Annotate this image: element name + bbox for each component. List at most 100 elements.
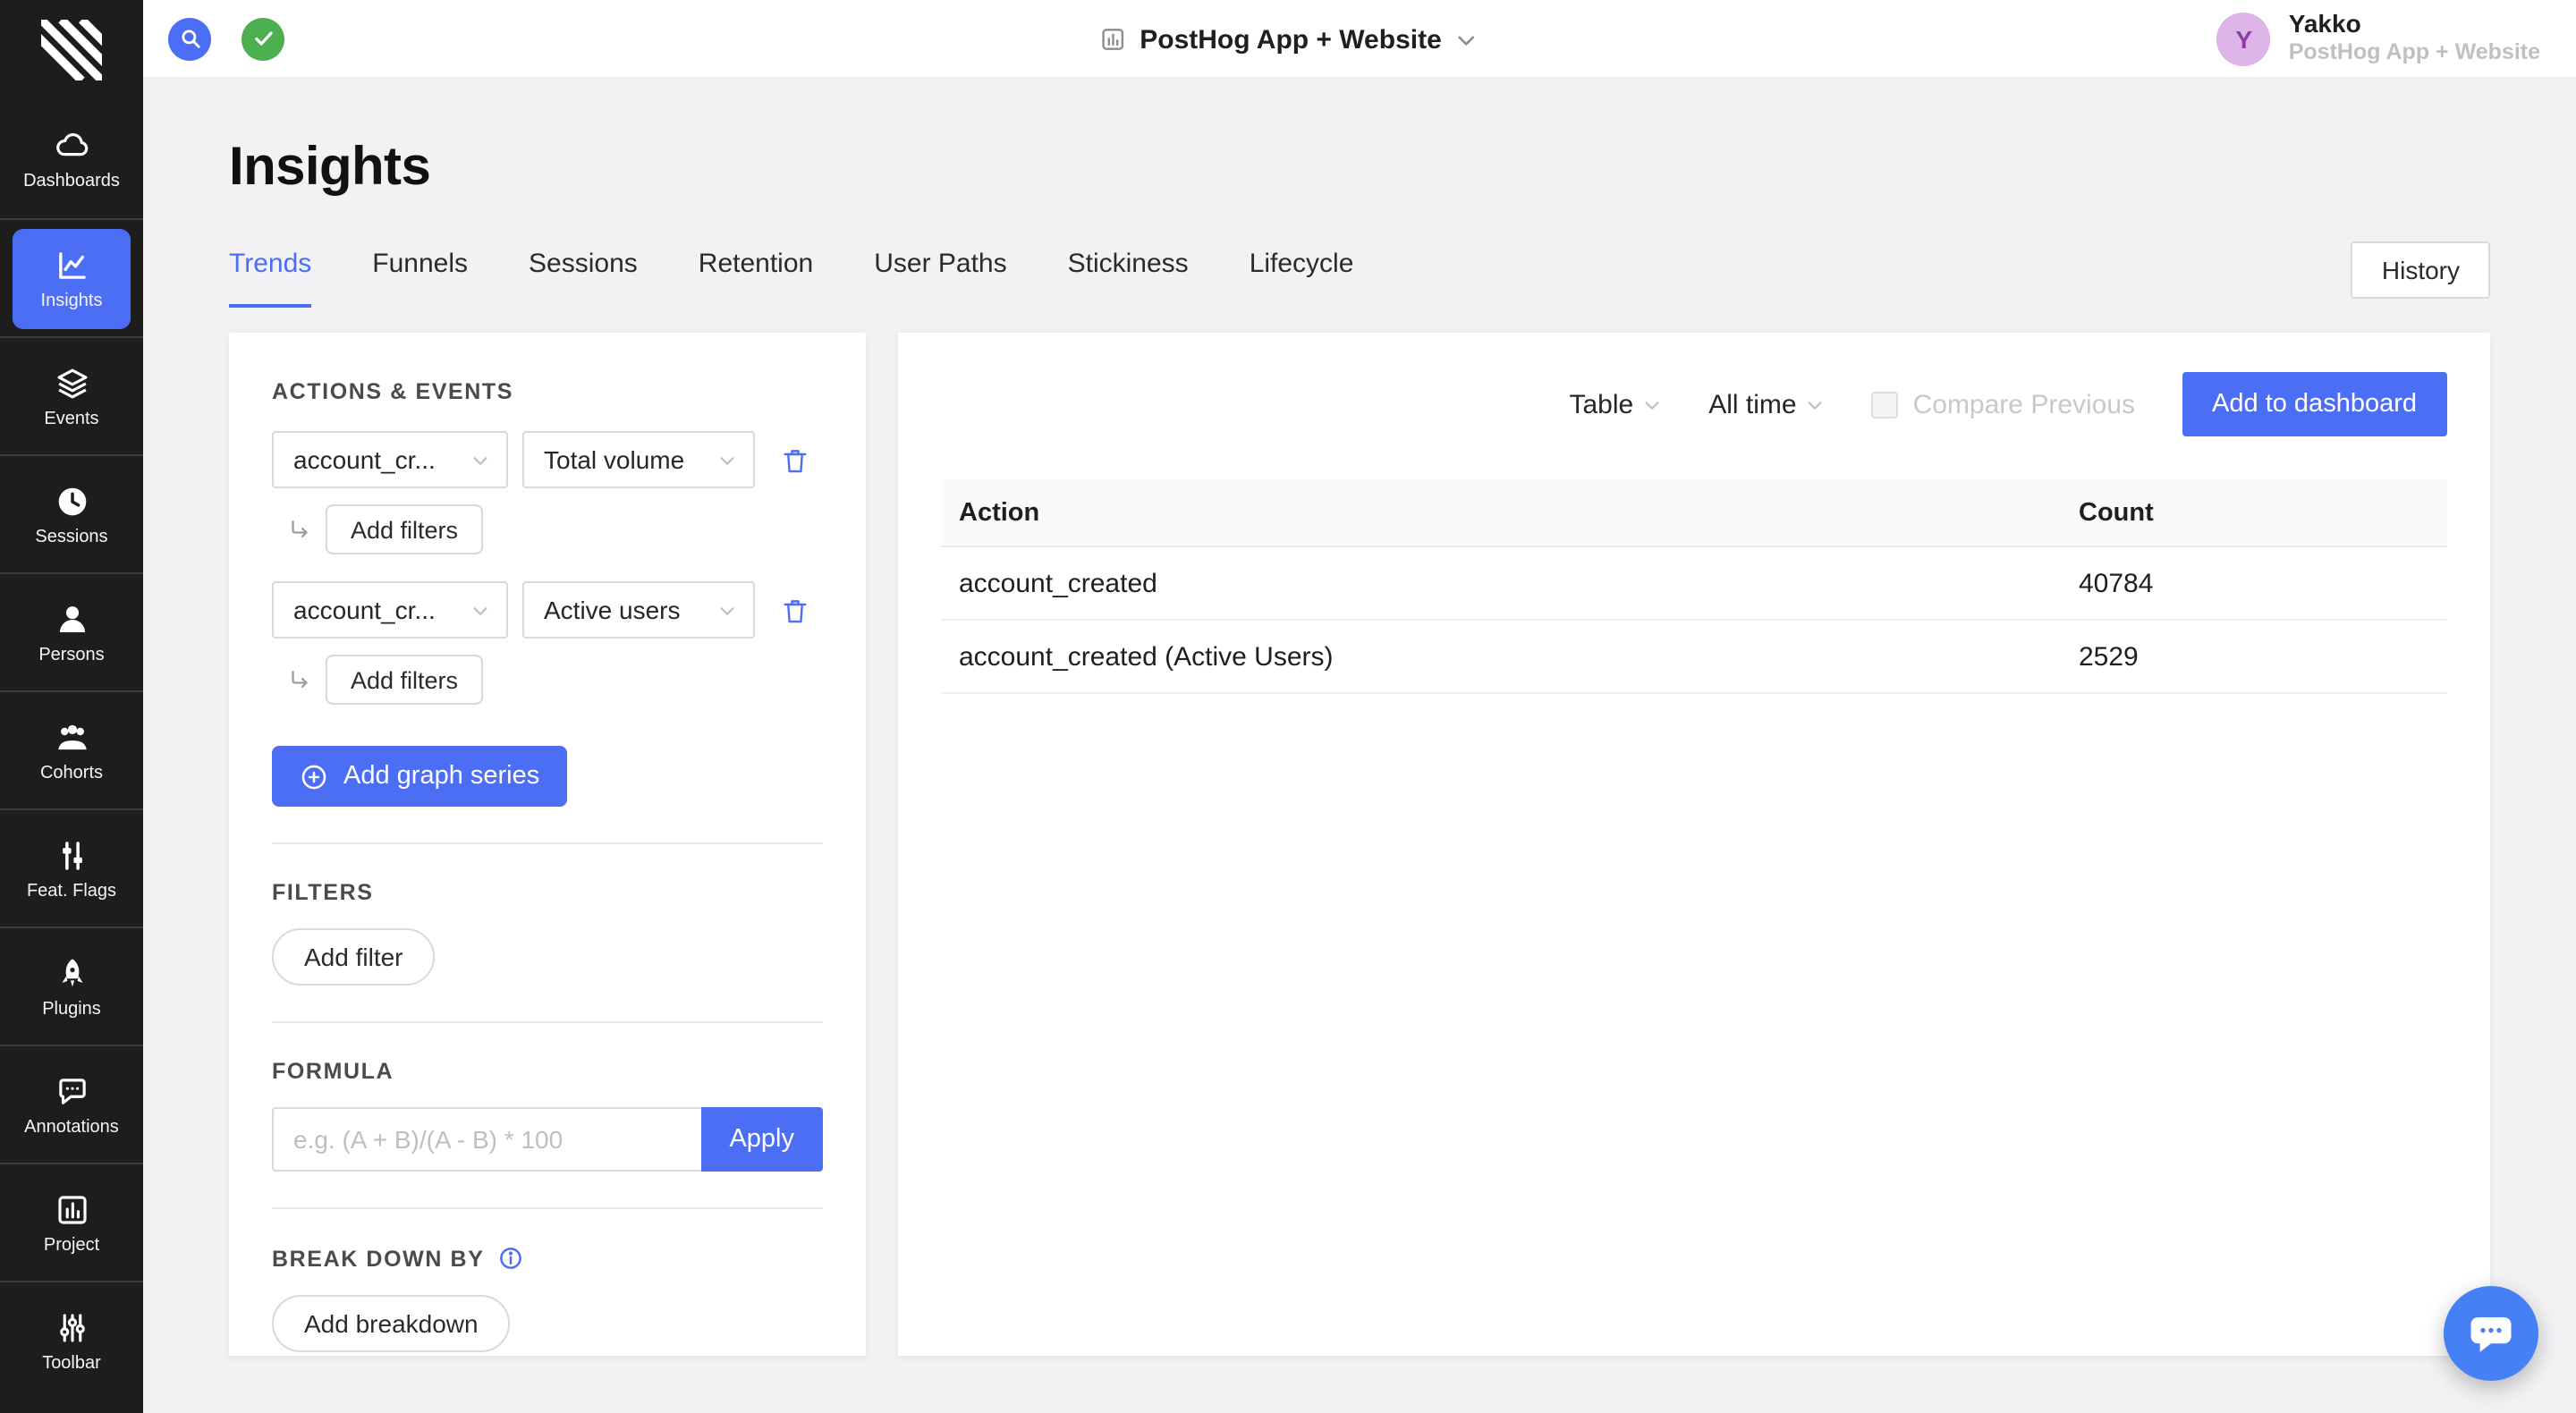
tab-funnels[interactable]: Funnels bbox=[372, 231, 468, 308]
date-range-select[interactable]: All time bbox=[1708, 389, 1825, 419]
trash-icon bbox=[780, 595, 810, 625]
chat-bubble-icon bbox=[2467, 1309, 2515, 1358]
column-header-count: Count bbox=[2061, 498, 2447, 527]
avatar: Y bbox=[2217, 12, 2271, 65]
dashboards-icon bbox=[53, 127, 90, 165]
table-row: account_created (Active Users) 2529 bbox=[941, 621, 2447, 694]
plus-circle-icon bbox=[299, 761, 329, 791]
person-icon bbox=[53, 600, 90, 638]
tab-stickiness[interactable]: Stickiness bbox=[1068, 231, 1189, 308]
chart-type-select[interactable]: Table bbox=[1570, 389, 1663, 419]
sidebar-item-cohorts[interactable]: Cohorts bbox=[0, 690, 143, 808]
add-filters-button-1[interactable]: Add filters bbox=[326, 504, 483, 554]
actions-events-heading: ACTIONS & EVENTS bbox=[272, 379, 823, 404]
checkbox-icon bbox=[1872, 391, 1899, 418]
apply-formula-button[interactable]: Apply bbox=[700, 1107, 823, 1172]
sidebar-item-plugins[interactable]: Plugins bbox=[0, 926, 143, 1045]
main-content: Insights Trends Funnels Sessions Retenti… bbox=[143, 79, 2576, 1413]
sidebar-item-dashboards[interactable]: Dashboards bbox=[0, 100, 143, 218]
delete-series-1-button[interactable] bbox=[780, 444, 810, 475]
search-button[interactable] bbox=[168, 17, 211, 60]
chevron-down-icon bbox=[1454, 28, 1478, 51]
results-controls: Table All time Compare Previous Add to d… bbox=[941, 372, 2447, 436]
sidebar-item-feature-flags[interactable]: Feat. Flags bbox=[0, 808, 143, 926]
history-button[interactable]: History bbox=[2351, 241, 2490, 298]
sidebar-item-persons[interactable]: Persons bbox=[0, 572, 143, 690]
add-filters-button-2[interactable]: Add filters bbox=[326, 655, 483, 705]
content-area: ACTIONS & EVENTS account_cr... Total vol… bbox=[229, 333, 2490, 1356]
chat-launcher-button[interactable] bbox=[2444, 1286, 2538, 1381]
add-to-dashboard-button[interactable]: Add to dashboard bbox=[2182, 372, 2447, 436]
delete-series-2-button[interactable] bbox=[780, 595, 810, 625]
math-select-2[interactable]: Active users bbox=[522, 581, 755, 639]
sidebar-item-project[interactable]: Project bbox=[0, 1163, 143, 1281]
formula-input[interactable] bbox=[272, 1107, 700, 1172]
chevron-down-icon bbox=[1642, 394, 1662, 414]
annotations-bubble-icon bbox=[53, 1072, 90, 1110]
math-select-1[interactable]: Total volume bbox=[522, 431, 755, 488]
topbar-left bbox=[168, 17, 284, 60]
user-org: PostHog App + Website bbox=[2289, 40, 2540, 68]
cell-action: account_created bbox=[941, 568, 2061, 598]
results-panel: Table All time Compare Previous Add to d… bbox=[898, 333, 2490, 1356]
project-window-icon bbox=[1098, 25, 1127, 54]
project-switcher[interactable]: PostHog App + Website bbox=[1098, 0, 1478, 79]
trash-icon bbox=[780, 444, 810, 475]
sidebar-item-events[interactable]: Events bbox=[0, 336, 143, 454]
event-select-2[interactable]: account_cr... bbox=[272, 581, 508, 639]
tab-trends[interactable]: Trends bbox=[229, 231, 311, 308]
toolbar-sliders-icon bbox=[53, 1308, 90, 1346]
user-name: Yakko bbox=[2289, 9, 2540, 40]
formula-heading: FORMULA bbox=[272, 1059, 823, 1084]
series-row-2: account_cr... Active users bbox=[272, 581, 823, 639]
feature-flags-icon bbox=[53, 836, 90, 874]
status-ok-button[interactable] bbox=[242, 17, 284, 60]
insight-config-panel: ACTIONS & EVENTS account_cr... Total vol… bbox=[229, 333, 866, 1356]
sidebar-item-annotations[interactable]: Annotations bbox=[0, 1045, 143, 1163]
posthog-logo[interactable] bbox=[0, 0, 143, 100]
results-table: Action Count account_created 40784 accou… bbox=[941, 479, 2447, 694]
rocket-icon bbox=[53, 954, 90, 992]
filters-heading: FILTERS bbox=[272, 880, 823, 905]
insights-icon bbox=[53, 246, 90, 283]
info-icon[interactable] bbox=[496, 1245, 523, 1272]
sidebar-nav: Dashboards Insights Events bbox=[0, 100, 143, 1413]
posthog-logo-icon bbox=[41, 20, 102, 80]
add-filters-row-2: Add filters bbox=[286, 655, 823, 705]
tab-retention[interactable]: Retention bbox=[699, 231, 813, 308]
sidebar-item-insights[interactable]: Insights bbox=[0, 218, 143, 336]
divider bbox=[272, 1207, 823, 1209]
sidebar-item-toolbar[interactable]: Toolbar bbox=[0, 1281, 143, 1399]
nested-arrow-icon bbox=[286, 516, 313, 543]
project-icon bbox=[53, 1190, 90, 1228]
sessions-clock-icon bbox=[53, 482, 90, 520]
event-select-1[interactable]: account_cr... bbox=[272, 431, 508, 488]
user-menu[interactable]: Y Yakko PostHog App + Website bbox=[2217, 9, 2540, 68]
cohorts-group-icon bbox=[53, 718, 90, 756]
user-text: Yakko PostHog App + Website bbox=[2289, 9, 2540, 68]
breakdown-heading: BREAK DOWN BY bbox=[272, 1245, 823, 1272]
page-title: Insights bbox=[229, 138, 2490, 199]
chevron-down-icon bbox=[470, 600, 490, 620]
compare-previous-checkbox[interactable]: Compare Previous bbox=[1872, 389, 2135, 419]
add-filter-button[interactable]: Add filter bbox=[272, 928, 436, 986]
topbar: PostHog App + Website Y Yakko PostHog Ap… bbox=[143, 0, 2576, 79]
tab-user-paths[interactable]: User Paths bbox=[874, 231, 1006, 308]
add-filters-row-1: Add filters bbox=[286, 504, 823, 554]
app-root: Dashboards Insights Events bbox=[0, 0, 2576, 1413]
divider bbox=[272, 1021, 823, 1023]
table-header: Action Count bbox=[941, 479, 2447, 547]
nested-arrow-icon bbox=[286, 666, 313, 693]
tab-lifecycle[interactable]: Lifecycle bbox=[1250, 231, 1354, 308]
insight-tabs: Trends Funnels Sessions Retention User P… bbox=[229, 231, 2490, 308]
chevron-down-icon bbox=[717, 450, 737, 470]
add-breakdown-button[interactable]: Add breakdown bbox=[272, 1295, 511, 1352]
add-graph-series-button[interactable]: Add graph series bbox=[272, 746, 566, 807]
tab-sessions[interactable]: Sessions bbox=[529, 231, 638, 308]
sidebar-item-sessions[interactable]: Sessions bbox=[0, 454, 143, 572]
table-row: account_created 40784 bbox=[941, 547, 2447, 621]
cell-count: 40784 bbox=[2061, 568, 2447, 598]
chevron-down-icon bbox=[470, 450, 490, 470]
search-icon bbox=[178, 27, 201, 50]
project-switcher-label: PostHog App + Website bbox=[1140, 24, 1442, 55]
